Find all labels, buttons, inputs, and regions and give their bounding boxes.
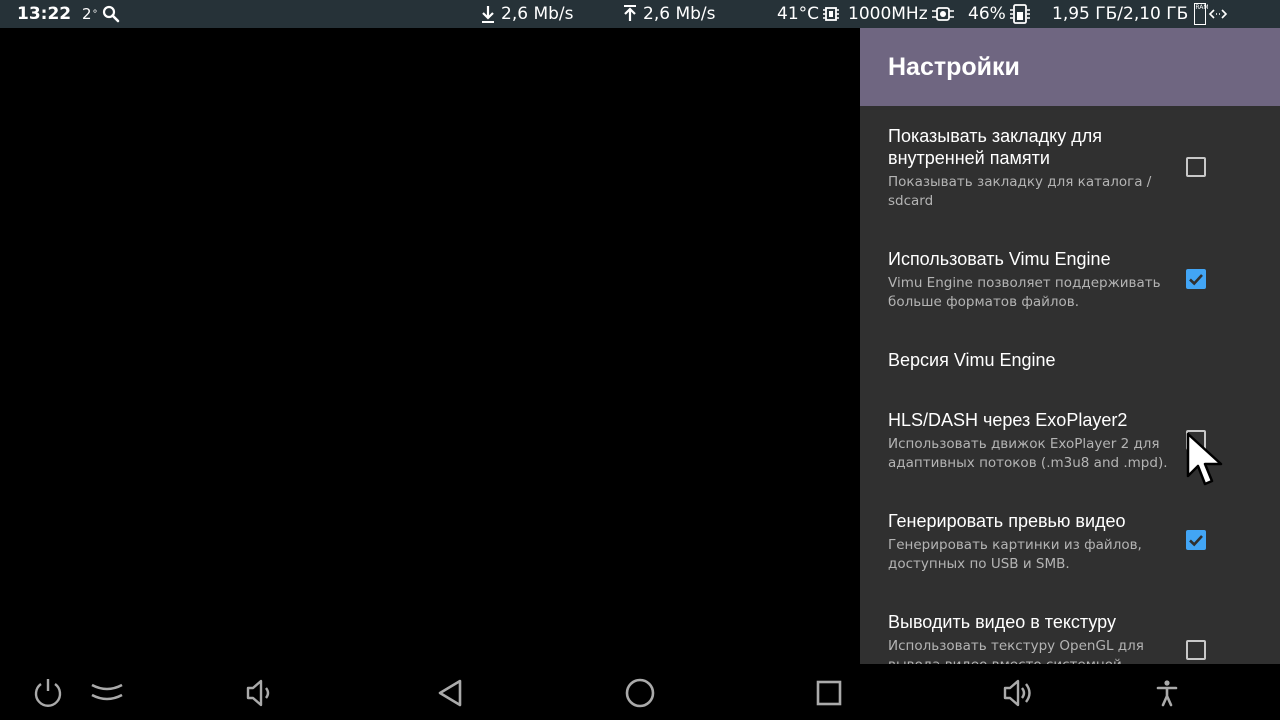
checkbox-generate-video-preview[interactable]: [1186, 530, 1206, 550]
navigation-bar: [0, 664, 1280, 720]
cpu-speed-icon: [931, 7, 954, 21]
cpu-chip-icon: [823, 7, 840, 21]
checkbox-use-vimu-engine[interactable]: [1186, 269, 1206, 289]
checkbox-render-video-to-texture[interactable]: [1186, 640, 1206, 660]
clock: 13:22: [17, 4, 72, 24]
video-area: [0, 28, 860, 664]
home-icon[interactable]: [623, 676, 657, 710]
notification-count: 2 °: [82, 5, 98, 23]
battery-icon: [1009, 4, 1030, 24]
status-bar: 13:22 2 ° 2,6 Mb/s 2,6 Mb/s 41°C 1000MHz …: [0, 0, 1280, 28]
upload-icon: [624, 5, 636, 21]
cpu-freq-indicator: 1000MHz: [848, 0, 955, 28]
check-icon: [1189, 274, 1203, 286]
network-arrows-icon: [1209, 9, 1228, 19]
settings-title: Настройки: [888, 52, 1020, 81]
settings-header: Настройки: [860, 28, 1280, 106]
volume-down-icon[interactable]: [242, 676, 276, 710]
checkbox-show-internal-storage[interactable]: [1186, 157, 1206, 177]
cpu-temp-indicator: 41°C: [777, 0, 840, 28]
chevron-double-down-icon[interactable]: [90, 676, 124, 710]
pref-vimu-engine-version[interactable]: Версия Vimu Engine: [888, 349, 1252, 371]
accessibility-icon[interactable]: [1150, 676, 1184, 710]
volume-up-icon[interactable]: [1002, 676, 1036, 710]
download-icon: [482, 6, 494, 23]
upload-indicator: 2,6 Mb/s: [622, 0, 715, 28]
ram-icon: RAM: [1194, 3, 1209, 25]
check-icon: [1189, 535, 1203, 547]
power-icon[interactable]: [31, 676, 65, 710]
mouse-cursor-icon: [1186, 432, 1223, 486]
recents-icon[interactable]: [812, 676, 846, 710]
download-indicator: 2,6 Mb/s: [480, 0, 573, 28]
ram-indicator: 1,95 ГБ/2,10 ГБ RAM: [1052, 0, 1228, 28]
settings-panel: Настройки Показывать закладку для внутре…: [860, 28, 1280, 664]
back-icon[interactable]: [434, 676, 468, 710]
search-icon[interactable]: [102, 0, 120, 28]
battery-indicator: 46%: [968, 0, 1030, 28]
